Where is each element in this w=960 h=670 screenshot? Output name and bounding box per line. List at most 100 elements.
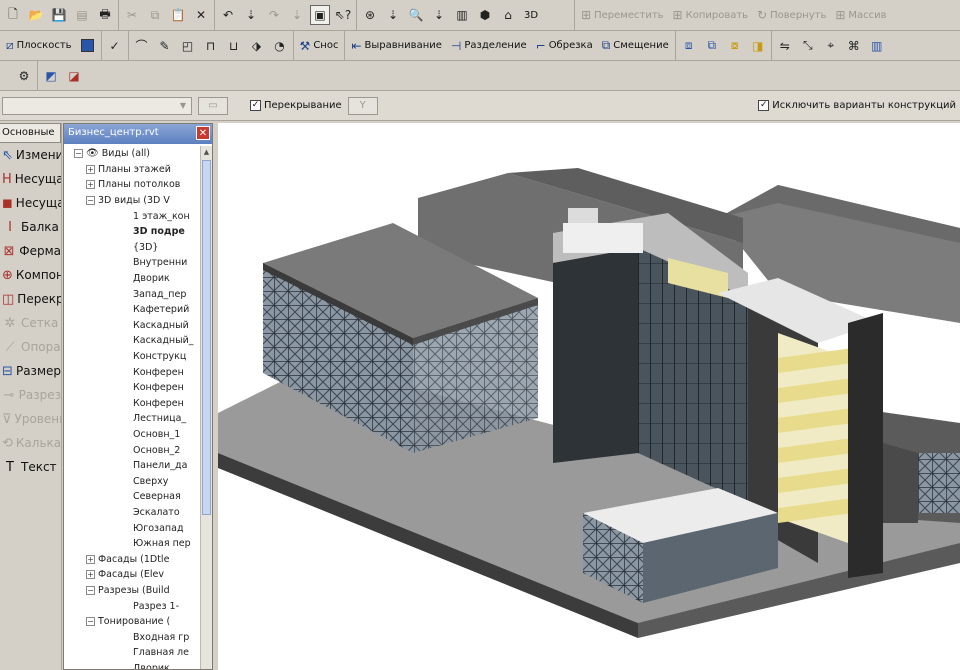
structural-icon[interactable]: ▥ xyxy=(867,36,887,56)
tree-node[interactable]: Панели_да xyxy=(64,458,202,474)
edit-group-icon[interactable]: ⧉ xyxy=(702,36,722,56)
browser-scrollbar[interactable]: ▲ xyxy=(200,146,212,669)
unpin-icon[interactable]: ⌘ xyxy=(844,36,864,56)
level-select[interactable]: ▼ xyxy=(2,96,192,115)
eyedropper-icon[interactable]: ✎ xyxy=(155,36,175,56)
3d-button[interactable]: 3D xyxy=(521,4,541,26)
tree-node[interactable]: Входная гр xyxy=(64,629,202,645)
design-bar-item[interactable]: HНесущая стена xyxy=(0,167,61,191)
tree-node[interactable]: − Тонирование ( xyxy=(64,614,202,630)
trim-button[interactable]: ⌐ Обрезка xyxy=(533,35,596,57)
tree-node[interactable]: Запад_пер xyxy=(64,286,202,302)
close-icon[interactable]: ✕ xyxy=(196,126,210,140)
unjoin-geometry-icon[interactable]: ⊔ xyxy=(224,36,244,56)
zoom-fit-dropdown-icon[interactable]: ⇣ xyxy=(429,5,449,25)
cut-geometry-icon[interactable]: ◔ xyxy=(270,36,290,56)
tree-node[interactable]: Основн_1 xyxy=(64,427,202,443)
design-bar-item[interactable]: ⊽Уровень xyxy=(0,407,61,431)
tab-basics[interactable]: Основные xyxy=(0,123,61,143)
tree-node[interactable]: Главная ле xyxy=(64,645,202,661)
overlay-checkbox[interactable]: ✓ Перекрывание xyxy=(250,100,342,111)
join-geometry-icon[interactable]: ⊓ xyxy=(201,36,221,56)
design-bar-item[interactable]: ⊟ Размер xyxy=(0,359,61,383)
tree-node[interactable]: Сверху xyxy=(64,473,202,489)
tree-node[interactable]: {3D} xyxy=(64,240,202,256)
options-icon[interactable]: ⚙ xyxy=(14,66,34,86)
3d-box-icon[interactable]: ⬢ xyxy=(475,5,495,25)
design-bar-item[interactable]: ⟋ Опора xyxy=(0,335,61,359)
linework-icon[interactable]: ⌒ xyxy=(132,36,152,56)
tree-node[interactable]: + Планы этажей xyxy=(64,162,202,178)
3d-view-icon[interactable]: ⌂ xyxy=(498,5,518,25)
delete-icon[interactable]: ✕ xyxy=(191,5,211,25)
scroll-up-icon[interactable]: ▲ xyxy=(201,146,212,158)
move-button[interactable]: ⊞ Переместить xyxy=(578,4,666,26)
collapse-icon[interactable]: − xyxy=(86,617,95,627)
tree-node[interactable]: + Фасады (Elev xyxy=(64,567,202,583)
save-disabled-icon[interactable]: ▤ xyxy=(72,5,92,25)
copy-button[interactable]: ⊞ Копировать xyxy=(670,4,752,26)
undo-icon[interactable]: ↶ xyxy=(218,5,238,25)
tree-node[interactable]: Дворик xyxy=(64,661,202,669)
tree-node[interactable]: Конферен xyxy=(64,364,202,380)
expand-icon[interactable]: + xyxy=(86,570,95,580)
mirror-icon[interactable]: ⇋ xyxy=(775,36,795,56)
spellcheck-icon[interactable]: ✓ xyxy=(105,36,125,56)
building-3d-view[interactable] xyxy=(218,123,960,670)
cut-icon[interactable]: ✂ xyxy=(122,5,142,25)
expand-icon[interactable]: + xyxy=(86,180,95,190)
collapse-icon[interactable]: − xyxy=(86,585,95,595)
tree-node[interactable]: 1 этаж_кон xyxy=(64,208,202,224)
scroll-thumb[interactable] xyxy=(202,160,211,515)
open-icon[interactable]: 📂 xyxy=(26,5,46,25)
tree-node[interactable]: Внутренни xyxy=(64,255,202,271)
design-bar-item[interactable]: ⊕Компонент xyxy=(0,263,61,287)
expand-icon[interactable]: + xyxy=(86,554,95,564)
tree-node[interactable]: Конструкц xyxy=(64,349,202,365)
redo-icon[interactable]: ↷ xyxy=(264,5,284,25)
demolish-button[interactable]: ⚒ Снос xyxy=(297,35,342,57)
tree-node[interactable]: − 👁 Виды (all) xyxy=(64,146,202,162)
tree-node[interactable]: 3D подре xyxy=(64,224,202,240)
offset-button[interactable]: ⧉ Смещение xyxy=(599,35,672,57)
exclude-options-checkbox[interactable]: ✓ Исключить варианты конструкций xyxy=(758,100,960,111)
resize-icon[interactable]: ⤡ xyxy=(798,36,818,56)
save-icon[interactable]: 💾 xyxy=(49,5,69,25)
tree-node[interactable]: Югозапад xyxy=(64,520,202,536)
group-load-icon[interactable]: ◨ xyxy=(748,36,768,56)
render-icon[interactable]: ◩ xyxy=(41,66,61,86)
tree-node[interactable]: Лестница_ xyxy=(64,411,202,427)
new-icon[interactable]: 🗋 xyxy=(3,5,23,25)
design-bar-item[interactable]: ✲ Сетка xyxy=(0,311,61,335)
align-button[interactable]: ⇤ Выравнивание xyxy=(348,35,444,57)
view-cube-icon[interactable]: ▥ xyxy=(452,5,472,25)
tree-node[interactable]: + Планы потолков xyxy=(64,177,202,193)
tree-node[interactable]: −3D виды (3D V xyxy=(64,193,202,209)
design-bar-item[interactable]: ⇖Изменить xyxy=(0,143,61,167)
design-bar-item[interactable]: ◼Несущая колонна xyxy=(0,191,61,215)
tree-node[interactable]: Дворик xyxy=(64,271,202,287)
collapse-icon[interactable]: − xyxy=(74,149,83,159)
paste-icon[interactable]: 📋 xyxy=(168,5,188,25)
ungroup-icon[interactable]: ⧇ xyxy=(725,36,745,56)
exclude-options-check-box[interactable]: ✓ xyxy=(758,100,770,111)
zoom-dropdown-icon[interactable]: ⇣ xyxy=(383,5,403,25)
tree-node[interactable]: Конферен xyxy=(64,396,202,412)
tree-node[interactable]: Северная xyxy=(64,489,202,505)
design-bar-item[interactable]: I Балка xyxy=(0,215,61,239)
tree-node[interactable]: Каскадный_ xyxy=(64,333,202,349)
create-group-icon[interactable]: ⧈ xyxy=(679,36,699,56)
tree-node[interactable]: Разрез 1- xyxy=(64,598,202,614)
copy-icon[interactable]: ⧉ xyxy=(145,5,165,25)
tree-node[interactable]: Конферен xyxy=(64,380,202,396)
help-pointer-icon[interactable]: ⇖? xyxy=(333,5,353,25)
split-face-icon[interactable]: ◰ xyxy=(178,36,198,56)
design-bar-item[interactable]: ⟲ Калька xyxy=(0,431,61,455)
tree-node[interactable]: − Разрезы (Build xyxy=(64,583,202,599)
undo-dropdown-icon[interactable]: ⇣ xyxy=(241,5,261,25)
thin-lines-icon[interactable]: ▣ xyxy=(310,5,330,25)
tree-node[interactable]: Эскалато xyxy=(64,505,202,521)
tree-node[interactable]: Кафетерий xyxy=(64,302,202,318)
tree-node[interactable]: Южная пер xyxy=(64,536,202,552)
paint-icon[interactable]: ⬗ xyxy=(247,36,267,56)
